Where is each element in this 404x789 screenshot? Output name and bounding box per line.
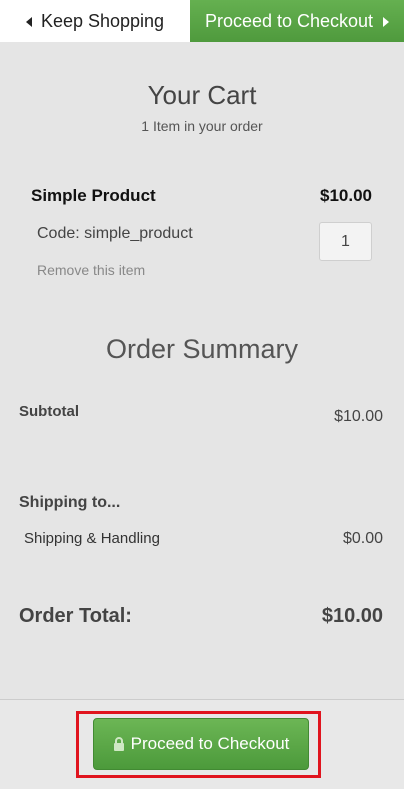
product-name[interactable]: Simple Product <box>31 186 156 206</box>
caret-left-icon <box>25 16 32 27</box>
subtotal-value: $10.00 <box>334 408 383 425</box>
proceed-to-checkout-label: Proceed to Checkout <box>130 734 290 753</box>
cart-title: Your Cart <box>147 80 257 110</box>
product-code: Code: simple_product <box>37 225 193 242</box>
remove-item-link[interactable]: Remove this item <box>37 262 145 278</box>
lock-icon <box>113 736 125 751</box>
shipping-handling-value: $0.00 <box>342 530 383 547</box>
order-total-value: $10.00 <box>321 605 383 627</box>
top-nav-bar: Keep Shopping Proceed to Checkout <box>0 0 404 42</box>
keep-shopping-button[interactable]: Keep Shopping <box>0 0 190 42</box>
shipping-handling-label: Shipping & Handling <box>24 530 160 547</box>
shipping-to-label: Shipping to... <box>19 494 121 511</box>
proceed-to-checkout-button[interactable]: Proceed to Checkout <box>93 718 309 770</box>
caret-right-icon <box>383 16 390 27</box>
order-total-label: Order Total: <box>19 605 132 627</box>
cart-item-count: 1 Item in your order <box>141 118 263 134</box>
keep-shopping-label: Keep Shopping <box>40 10 165 31</box>
order-summary-title: Order Summary <box>105 334 299 364</box>
proceed-to-checkout-top-label: Proceed to Checkout <box>204 10 374 31</box>
quantity-input[interactable] <box>319 222 372 261</box>
proceed-to-checkout-top-button[interactable]: Proceed to Checkout <box>190 0 404 42</box>
product-price: $10.00 <box>320 186 372 205</box>
subtotal-label: Subtotal <box>19 403 79 420</box>
